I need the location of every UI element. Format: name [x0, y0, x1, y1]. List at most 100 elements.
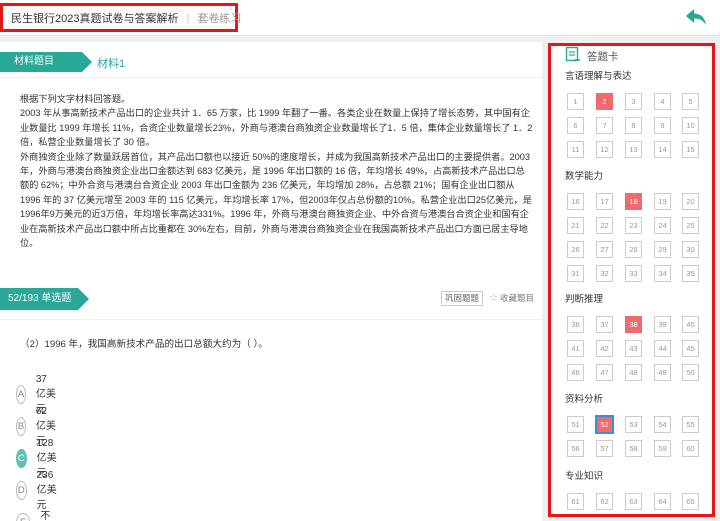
question-number-button[interactable]: 60	[682, 440, 699, 457]
question-number-button[interactable]: 58	[625, 440, 642, 457]
question-number-button[interactable]: 57	[596, 440, 613, 457]
star-icon: ☆	[489, 292, 498, 304]
question-number-button[interactable]: 21	[567, 217, 584, 234]
question-number-button[interactable]: 51	[567, 416, 584, 433]
exam-title: 民生银行2023真题试卷与答案解析	[11, 12, 179, 25]
question-number-button[interactable]: 30	[682, 241, 699, 258]
question-number-button[interactable]: 41	[567, 340, 584, 357]
section-title: 资料分析	[565, 394, 604, 405]
question-number-button[interactable]: 24	[654, 217, 671, 234]
question-number-button[interactable]: 19	[654, 193, 671, 210]
question-number-button[interactable]: 15	[682, 141, 699, 158]
option-a[interactable]: A 37 亿美元	[16, 374, 56, 415]
question-number-button[interactable]: 12	[596, 141, 613, 158]
question-number-button[interactable]: 18	[625, 193, 642, 210]
option-c[interactable]: C 128 亿美元	[16, 438, 62, 479]
question-number-button[interactable]: 64	[654, 493, 671, 510]
question-number-button[interactable]: 54	[654, 416, 671, 433]
question-number-button[interactable]: 7	[596, 117, 613, 134]
question-number-button[interactable]: 59	[654, 440, 671, 457]
question-number-button[interactable]: 56	[567, 440, 584, 457]
question-number-button[interactable]: 44	[654, 340, 671, 357]
option-letter: D	[16, 480, 27, 500]
question-number-button[interactable]: 43	[625, 340, 642, 357]
question-number-button[interactable]: 48	[625, 364, 642, 381]
question-number-button[interactable]: 2	[596, 93, 613, 110]
question-number-button[interactable]: 4	[654, 93, 671, 110]
question-number-button[interactable]: 38	[625, 316, 642, 333]
option-b[interactable]: B 62 亿美元	[16, 406, 56, 447]
question-number-button[interactable]: 10	[682, 117, 699, 134]
section-title: 言语理解与表达	[565, 71, 632, 82]
material-header: 材料题目 材料1	[0, 42, 542, 78]
question-number-button[interactable]: 53	[625, 416, 642, 433]
passage-paragraph: 外商独资企业除了数量跃居首位，其产品出口额也以接近 50%的速度增长，并成为我国…	[20, 151, 532, 249]
question-number-button[interactable]: 31	[567, 265, 584, 282]
question-number-button[interactable]: 22	[596, 217, 613, 234]
question-number-button[interactable]: 3	[625, 93, 642, 110]
question-number-button[interactable]: 1	[567, 93, 584, 110]
question-number-button[interactable]: 61	[567, 493, 584, 510]
question-number-button[interactable]: 6	[567, 117, 584, 134]
question-number-button[interactable]: 25	[682, 217, 699, 234]
answer-card-title: 答题卡	[587, 50, 619, 63]
answer-card: 答题卡 言语理解与表达 1 2 3 4 5 6 7 8 9 10 11 12 13 14 15 数学能力 16 17…	[548, 43, 715, 517]
question-number-button[interactable]: 63	[625, 493, 642, 510]
question-number-button[interactable]: 62	[596, 493, 613, 510]
exam-title-box: 民生银行2023真题试卷与答案解析 | 套卷练习	[0, 3, 241, 32]
question-number-button[interactable]: 52	[596, 416, 613, 433]
option-text: 不会	[40, 511, 51, 521]
question-header: 52/193 单选题 巩固题题 ☆ 收藏题目	[0, 288, 542, 310]
question-number-button[interactable]: 42	[596, 340, 613, 357]
question-number-button[interactable]: 17	[596, 193, 613, 210]
question-number-button[interactable]: 36	[567, 316, 584, 333]
question-number-button[interactable]: 35	[682, 265, 699, 282]
question-number-button[interactable]: 9	[654, 117, 671, 134]
question-number-button[interactable]: 27	[596, 241, 613, 258]
top-bar: 民生银行2023真题试卷与答案解析 | 套卷练习	[0, 0, 720, 36]
question-number-button[interactable]: 23	[625, 217, 642, 234]
option-e[interactable]: E 不会	[16, 511, 55, 521]
question-number-button[interactable]: 47	[596, 364, 613, 381]
question-number-button[interactable]: 34	[654, 265, 671, 282]
question-number-button[interactable]: 11	[567, 141, 584, 158]
question-number-button[interactable]: 45	[682, 340, 699, 357]
favorite-button[interactable]: ☆ 收藏题目	[489, 292, 534, 304]
favorite-label: 收藏题目	[499, 293, 534, 303]
divider	[0, 319, 542, 320]
question-number-button[interactable]: 50	[682, 364, 699, 381]
question-number-button[interactable]: 40	[682, 316, 699, 333]
option-d[interactable]: D 236 亿美元	[16, 470, 62, 511]
question-number-button[interactable]: 20	[682, 193, 699, 210]
question-number-button[interactable]: 29	[654, 241, 671, 258]
question-number-button[interactable]: 14	[654, 141, 671, 158]
question-number-button[interactable]: 46	[567, 364, 584, 381]
question-number-button[interactable]: 49	[654, 364, 671, 381]
question-number-button[interactable]: 5	[682, 93, 699, 110]
section-title: 数学能力	[565, 171, 604, 182]
question-number-button[interactable]: 26	[567, 241, 584, 258]
question-number-button[interactable]: 32	[596, 265, 613, 282]
question-number-button[interactable]: 13	[625, 141, 642, 158]
question-number-button[interactable]: 65	[682, 493, 699, 510]
back-arrow-icon[interactable]	[684, 6, 708, 28]
material-passage: 根据下列文字材料回答题。 2003 年从事高新技术产品出口的企业共计 1．65 …	[20, 92, 534, 250]
section-title: 判断推理	[565, 294, 604, 305]
answer-card-icon	[565, 46, 581, 67]
question-number-button[interactable]: 33	[625, 265, 642, 282]
question-number-button[interactable]: 16	[567, 193, 584, 210]
title-divider: |	[186, 11, 190, 24]
tab-material-1[interactable]: 材料1	[97, 55, 125, 71]
option-letter: E	[16, 512, 31, 521]
question-number-button[interactable]: 39	[654, 316, 671, 333]
question-panel: 材料题目 材料1 根据下列文字材料回答题。 2003 年从事高新技术产品出口的企…	[0, 42, 542, 521]
option-letter: C	[16, 448, 27, 468]
question-number-button[interactable]: 55	[682, 416, 699, 433]
question-number-button[interactable]: 28	[625, 241, 642, 258]
consolidate-button[interactable]: 巩固题题	[441, 291, 484, 306]
question-number-button[interactable]: 37	[596, 316, 613, 333]
option-text: 236 亿美元	[36, 469, 57, 511]
option-letter: A	[16, 384, 26, 404]
question-number-button[interactable]: 8	[625, 117, 642, 134]
section-title: 专业知识	[565, 471, 604, 482]
